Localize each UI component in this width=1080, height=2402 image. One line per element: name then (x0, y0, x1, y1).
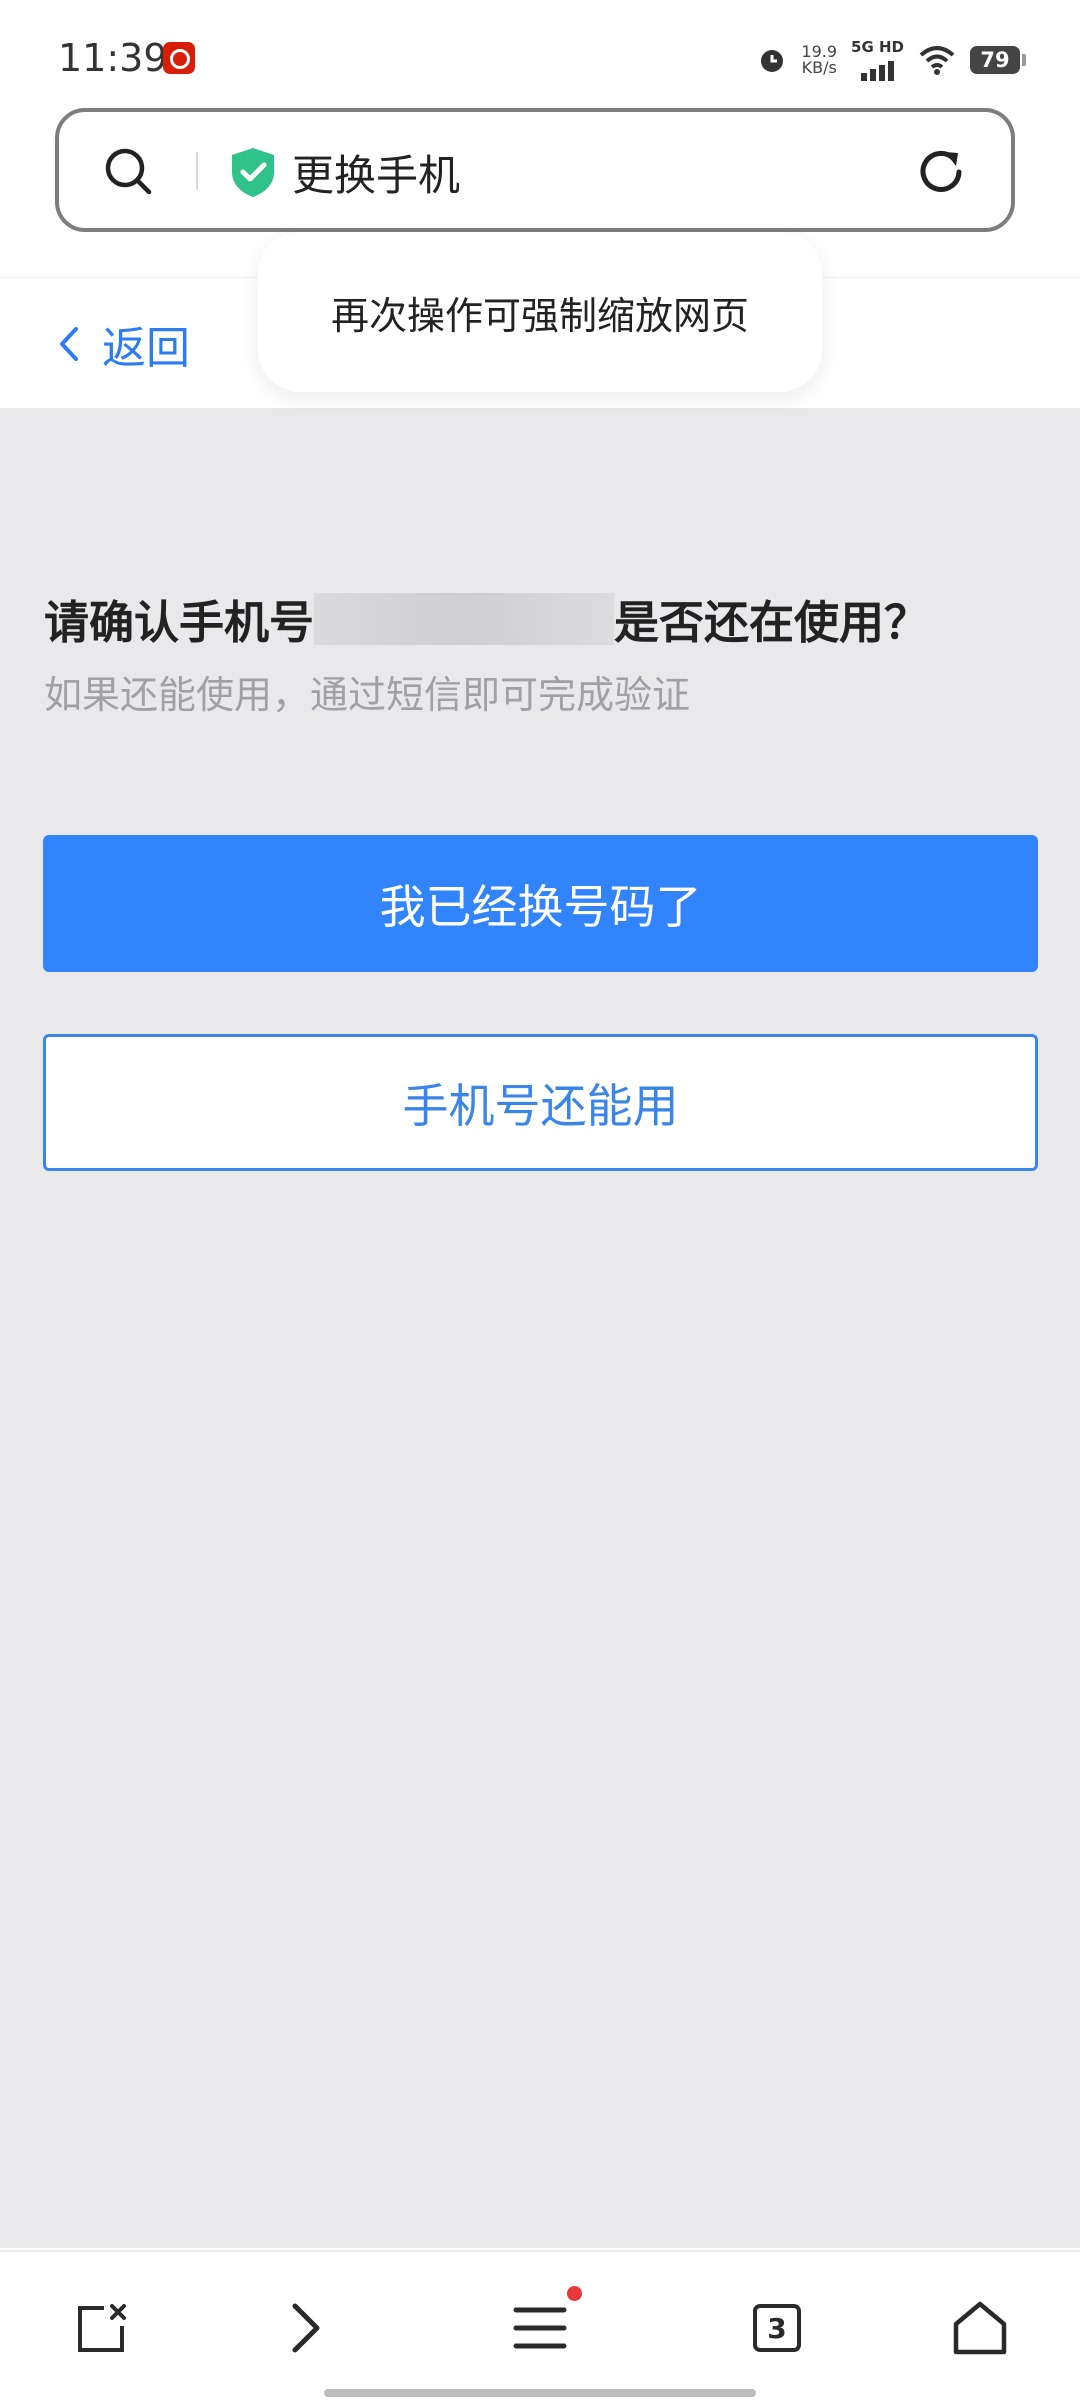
changed-number-button[interactable]: 我已经换号码了 (43, 835, 1038, 972)
redacted-phone-number (314, 592, 615, 645)
menu-button[interactable] (510, 2286, 582, 2358)
question-suffix: 是否还在使用？ (614, 596, 930, 649)
shield-check-icon (232, 148, 274, 197)
tab-count: 3 (767, 2311, 787, 2345)
home-icon (953, 2301, 1007, 2355)
number-still-in-use-button[interactable]: 手机号还能用 (43, 1034, 1038, 1171)
wifi-icon (919, 46, 955, 75)
notification-dot (567, 2286, 582, 2301)
status-time: 11:39 (58, 36, 168, 80)
question-prefix: 请确认手机号 (44, 596, 315, 649)
menu-icon (513, 2307, 567, 2349)
battery-level: 79 (980, 48, 1010, 72)
chevron-left-icon (60, 327, 78, 361)
network-type: 5G HD (851, 37, 904, 56)
page-title[interactable]: 更换手机 (292, 142, 460, 203)
forward-icon (292, 2303, 320, 2353)
network-speed: 19.9 KB/s (801, 44, 837, 76)
forward-button[interactable] (275, 2298, 335, 2358)
status-bar: 11:39 19.9 KB/s 5G HD 79 (0, 0, 1080, 105)
gesture-bar[interactable] (324, 2389, 756, 2397)
close-tab-button[interactable] (72, 2298, 132, 2358)
signal-icon (861, 55, 894, 81)
network-speed-unit: KB/s (801, 58, 837, 77)
status-icons: 19.9 KB/s 5G HD 79 (757, 37, 1026, 81)
battery-icon: 79 (970, 46, 1026, 74)
alarm-icon (761, 50, 784, 72)
signal-indicator: 5G HD (851, 37, 904, 81)
browser-toolbar: 3 (0, 2250, 1080, 2402)
netease-music-icon (163, 42, 195, 74)
back-label: 返回 (102, 323, 190, 374)
verification-hint: 如果还能使用，通过短信即可完成验证 (44, 673, 691, 717)
confirm-question: 请确认手机号 是否还在使用？ (44, 586, 929, 651)
back-button[interactable]: 返回 (58, 312, 190, 376)
toast-message: 再次操作可强制缩放网页 (330, 293, 749, 338)
zoom-toast: 再次操作可强制缩放网页 (258, 232, 822, 392)
search-icon[interactable] (103, 146, 155, 198)
tabs-button[interactable]: 3 (747, 2298, 807, 2358)
refresh-icon[interactable] (913, 144, 969, 200)
home-button[interactable] (950, 2298, 1010, 2358)
address-divider (196, 152, 198, 190)
main-content: 请确认手机号 是否还在使用？ 如果还能使用，通过短信即可完成验证 我已经换号码了… (0, 408, 1080, 2248)
close-tab-icon (78, 2304, 126, 2352)
address-bar[interactable]: 更换手机 (55, 108, 1015, 232)
tabs-icon: 3 (753, 2304, 801, 2352)
